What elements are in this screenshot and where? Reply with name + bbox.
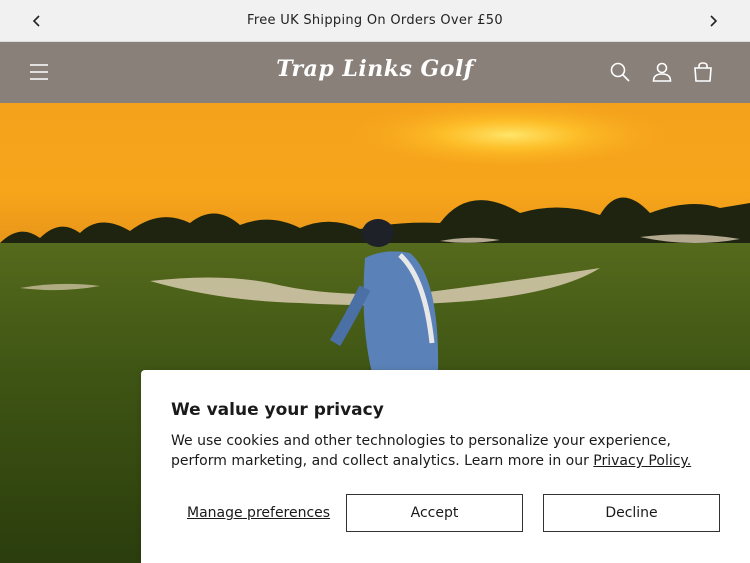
announcement-text: Free UK Shipping On Orders Over £50 (247, 13, 503, 28)
cart-icon[interactable] (691, 60, 715, 84)
site-header: Trap Links Golf (0, 42, 750, 103)
site-logo[interactable]: Trap Links Golf (0, 56, 750, 82)
manage-preferences-link[interactable]: Manage preferences (187, 505, 330, 521)
announcement-bar: Free UK Shipping On Orders Over £50 (0, 0, 750, 42)
cookie-message: We use cookies and other technologies to… (171, 431, 731, 471)
accept-button[interactable]: Accept (346, 494, 523, 532)
cookie-banner: We value your privacy We use cookies and… (141, 370, 750, 563)
chevron-right-icon[interactable] (704, 12, 722, 30)
search-icon[interactable] (608, 60, 632, 84)
cookie-title: We value your privacy (171, 400, 384, 420)
decline-button[interactable]: Decline (543, 494, 720, 532)
account-icon[interactable] (650, 60, 674, 84)
privacy-policy-link[interactable]: Privacy Policy. (593, 453, 691, 469)
chevron-left-icon[interactable] (28, 12, 46, 30)
